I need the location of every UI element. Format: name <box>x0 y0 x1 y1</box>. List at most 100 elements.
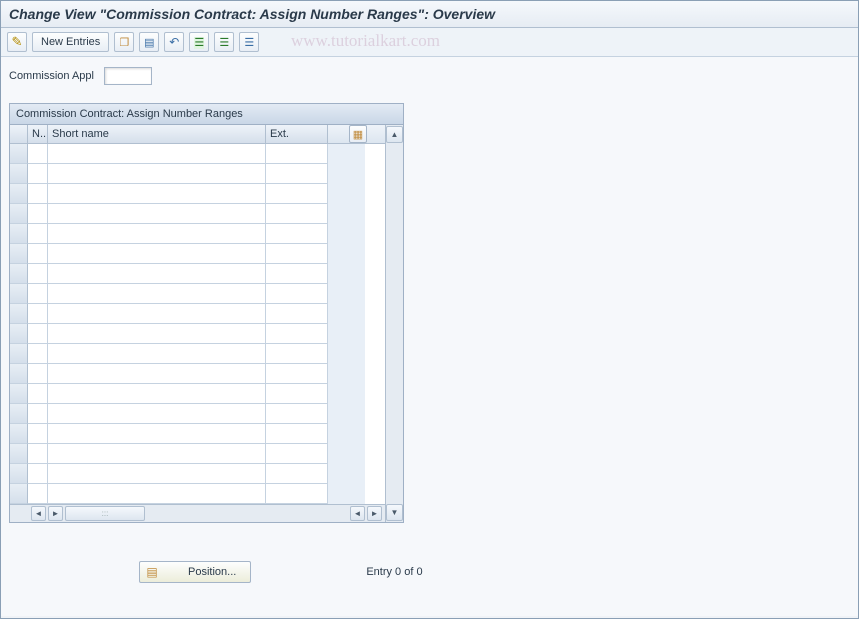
row-selector[interactable] <box>10 224 28 244</box>
cell-short-name[interactable] <box>48 444 266 464</box>
cell-n[interactable] <box>28 184 48 204</box>
cell-n[interactable] <box>28 264 48 284</box>
cell-ext[interactable] <box>266 204 328 224</box>
cell-ext[interactable] <box>266 284 328 304</box>
table-row[interactable] <box>10 384 385 404</box>
select-block-button[interactable] <box>214 32 234 52</box>
deselect-all-button[interactable] <box>239 32 259 52</box>
cell-n[interactable] <box>28 244 48 264</box>
table-row[interactable] <box>10 264 385 284</box>
vscroll-down-button[interactable]: ▼ <box>386 504 403 521</box>
cell-short-name[interactable] <box>48 424 266 444</box>
table-row[interactable] <box>10 324 385 344</box>
row-selector[interactable] <box>10 344 28 364</box>
toggle-change-button[interactable] <box>7 32 27 52</box>
cell-ext[interactable] <box>266 464 328 484</box>
row-selector[interactable] <box>10 464 28 484</box>
row-selector[interactable] <box>10 144 28 164</box>
cell-short-name[interactable] <box>48 184 266 204</box>
column-header-short-name[interactable]: Short name <box>48 125 266 143</box>
cell-n[interactable] <box>28 284 48 304</box>
cell-ext[interactable] <box>266 144 328 164</box>
column-selector[interactable] <box>10 125 28 143</box>
select-all-button[interactable] <box>189 32 209 52</box>
commission-appl-input[interactable] <box>104 67 152 85</box>
row-selector[interactable] <box>10 444 28 464</box>
cell-short-name[interactable] <box>48 404 266 424</box>
table-row[interactable] <box>10 204 385 224</box>
table-row[interactable] <box>10 364 385 384</box>
position-button[interactable]: Position... <box>139 561 251 583</box>
cell-n[interactable] <box>28 324 48 344</box>
table-row[interactable] <box>10 424 385 444</box>
row-selector[interactable] <box>10 384 28 404</box>
vscroll-up-button[interactable]: ▲ <box>386 126 403 143</box>
row-selector[interactable] <box>10 364 28 384</box>
hscroll-left-end-button[interactable]: ◄ <box>350 506 365 521</box>
cell-ext[interactable] <box>266 484 328 504</box>
row-selector[interactable] <box>10 284 28 304</box>
row-selector[interactable] <box>10 484 28 504</box>
cell-short-name[interactable] <box>48 384 266 404</box>
undo-change-button[interactable] <box>164 32 184 52</box>
cell-n[interactable] <box>28 424 48 444</box>
cell-ext[interactable] <box>266 384 328 404</box>
table-row[interactable] <box>10 244 385 264</box>
cell-n[interactable] <box>28 344 48 364</box>
cell-ext[interactable] <box>266 184 328 204</box>
cell-n[interactable] <box>28 464 48 484</box>
table-row[interactable] <box>10 284 385 304</box>
cell-n[interactable] <box>28 364 48 384</box>
table-row[interactable] <box>10 304 385 324</box>
new-entries-button[interactable]: New Entries <box>32 32 109 52</box>
vscroll-track[interactable] <box>386 144 403 503</box>
cell-ext[interactable] <box>266 424 328 444</box>
cell-n[interactable] <box>28 444 48 464</box>
cell-n[interactable] <box>28 304 48 324</box>
cell-n[interactable] <box>28 144 48 164</box>
cell-ext[interactable] <box>266 344 328 364</box>
table-row[interactable] <box>10 144 385 164</box>
cell-ext[interactable] <box>266 364 328 384</box>
cell-ext[interactable] <box>266 224 328 244</box>
cell-short-name[interactable] <box>48 264 266 284</box>
cell-short-name[interactable] <box>48 224 266 244</box>
copy-as-button[interactable] <box>114 32 134 52</box>
cell-short-name[interactable] <box>48 284 266 304</box>
row-selector[interactable] <box>10 244 28 264</box>
cell-ext[interactable] <box>266 444 328 464</box>
table-row[interactable] <box>10 484 385 504</box>
table-row[interactable] <box>10 404 385 424</box>
delete-button[interactable] <box>139 32 159 52</box>
table-row[interactable] <box>10 464 385 484</box>
table-row[interactable] <box>10 164 385 184</box>
cell-n[interactable] <box>28 224 48 244</box>
cell-short-name[interactable] <box>48 464 266 484</box>
row-selector[interactable] <box>10 424 28 444</box>
hscroll-thumb[interactable]: ::: <box>65 506 145 521</box>
table-row[interactable] <box>10 444 385 464</box>
cell-n[interactable] <box>28 164 48 184</box>
cell-short-name[interactable] <box>48 484 266 504</box>
hscroll-left-button[interactable]: ◄ <box>31 506 46 521</box>
cell-ext[interactable] <box>266 264 328 284</box>
cell-n[interactable] <box>28 484 48 504</box>
configure-columns-button[interactable] <box>349 125 367 143</box>
hscroll-right-inner-button[interactable]: ► <box>48 506 63 521</box>
row-selector[interactable] <box>10 404 28 424</box>
row-selector[interactable] <box>10 204 28 224</box>
row-selector[interactable] <box>10 304 28 324</box>
table-row[interactable] <box>10 184 385 204</box>
cell-short-name[interactable] <box>48 304 266 324</box>
cell-ext[interactable] <box>266 164 328 184</box>
cell-short-name[interactable] <box>48 164 266 184</box>
cell-ext[interactable] <box>266 304 328 324</box>
cell-ext[interactable] <box>266 324 328 344</box>
cell-ext[interactable] <box>266 244 328 264</box>
row-selector[interactable] <box>10 184 28 204</box>
cell-n[interactable] <box>28 384 48 404</box>
cell-short-name[interactable] <box>48 364 266 384</box>
cell-short-name[interactable] <box>48 204 266 224</box>
cell-n[interactable] <box>28 404 48 424</box>
table-row[interactable] <box>10 224 385 244</box>
